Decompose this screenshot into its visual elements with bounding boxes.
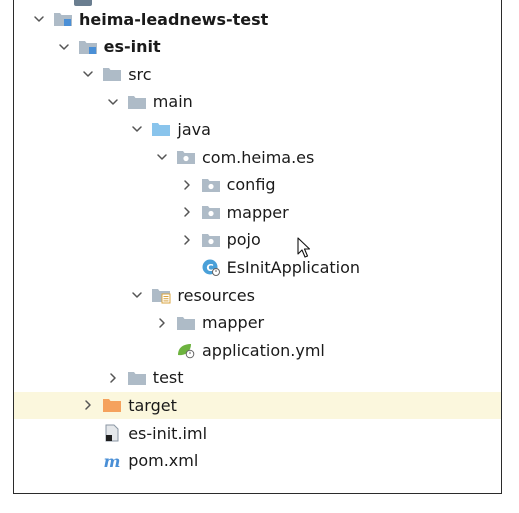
package-icon [201, 203, 221, 221]
tree-node-mapper-7[interactable]: mapper [14, 199, 501, 226]
tree-node-label: com.heima.es [202, 147, 315, 167]
svg-text:m: m [104, 452, 121, 470]
project-tool-window: heima-leadnews-test es-init src main java com… [13, 0, 502, 494]
tree-node-label: mapper [226, 202, 289, 222]
chevron-down-icon[interactable] [107, 96, 119, 108]
tree-node-label: resources [177, 285, 255, 305]
package-icon [201, 176, 221, 194]
tree-node-label: es-init [103, 37, 161, 57]
source-root-folder-icon [151, 120, 171, 138]
excluded-folder-icon [102, 396, 122, 414]
tree-node-es-init-1[interactable]: es-init [14, 33, 501, 60]
spring-boot-class-icon: C [201, 258, 221, 277]
tree-node-pojo-8[interactable]: pojo [14, 226, 501, 253]
tree-node-com-heima-es-5[interactable]: com.heima.es [14, 144, 501, 171]
chevron-right-icon[interactable] [107, 372, 119, 384]
spring-config-icon [176, 341, 196, 359]
package-icon [201, 231, 221, 249]
tree-node-label: pojo [226, 230, 261, 250]
chevron-right-icon[interactable] [181, 179, 193, 191]
folder-icon [176, 314, 196, 332]
chevron-right-icon[interactable] [82, 399, 94, 411]
mouse-cursor-icon [297, 237, 311, 259]
folder-icon [127, 93, 147, 111]
tree-node-label: main [152, 92, 193, 112]
tree-node-test-13[interactable]: test [14, 364, 501, 391]
resources-folder-icon [151, 286, 171, 304]
tree-node-label: target [128, 395, 177, 415]
tree-node-resources-10[interactable]: resources [14, 282, 501, 309]
module-folder-icon [53, 10, 73, 28]
tree-node-java-4[interactable]: java [14, 116, 501, 143]
tree-node-esinitapplication-9[interactable]: C EsInitApplication [14, 254, 501, 281]
tree-node-label: java [177, 119, 211, 139]
tree-node-label: heima-leadnews-test [79, 9, 269, 29]
tree-node-label: config [226, 175, 276, 195]
chevron-right-icon[interactable] [156, 317, 168, 329]
tree-node-label: es-init.iml [128, 423, 208, 443]
chevron-right-icon[interactable] [181, 234, 193, 246]
tree-node-config-6[interactable]: config [14, 171, 501, 198]
tree-node-label: src [128, 64, 152, 84]
chevron-down-icon[interactable] [33, 13, 45, 25]
chevron-right-icon[interactable] [181, 206, 193, 218]
tree-node-src-2[interactable]: src [14, 61, 501, 88]
package-icon [176, 148, 196, 166]
chevron-down-icon[interactable] [131, 289, 143, 301]
tree-node-application-yml-12[interactable]: application.yml [14, 337, 501, 364]
chevron-down-icon[interactable] [82, 68, 94, 80]
chevron-down-icon[interactable] [131, 123, 143, 135]
chevron-down-icon[interactable] [58, 41, 70, 53]
tree-node-main-3[interactable]: main [14, 88, 501, 115]
module-folder-icon [78, 38, 98, 56]
tree-node-label: pom.xml [128, 451, 199, 471]
tree-node-heima-leadnews-test-0[interactable]: heima-leadnews-test [14, 6, 501, 33]
tree-node-label: mapper [202, 313, 265, 333]
tree-node-label: test [152, 368, 184, 388]
chevron-down-icon[interactable] [156, 151, 168, 163]
tree-node-pom-xml-16[interactable]: m pom.xml [14, 447, 501, 474]
tree-node-es-init-iml-15[interactable]: es-init.iml [14, 420, 501, 447]
tree-node-target-14[interactable]: target [14, 391, 501, 419]
maven-pom-icon: m [102, 452, 122, 470]
iml-file-icon [102, 424, 122, 442]
folder-icon [102, 65, 122, 83]
tree-node-label: application.yml [202, 340, 325, 360]
tree-node-label: EsInitApplication [226, 257, 361, 277]
tree-node-mapper-11[interactable]: mapper [14, 309, 501, 336]
folder-icon [127, 369, 147, 387]
